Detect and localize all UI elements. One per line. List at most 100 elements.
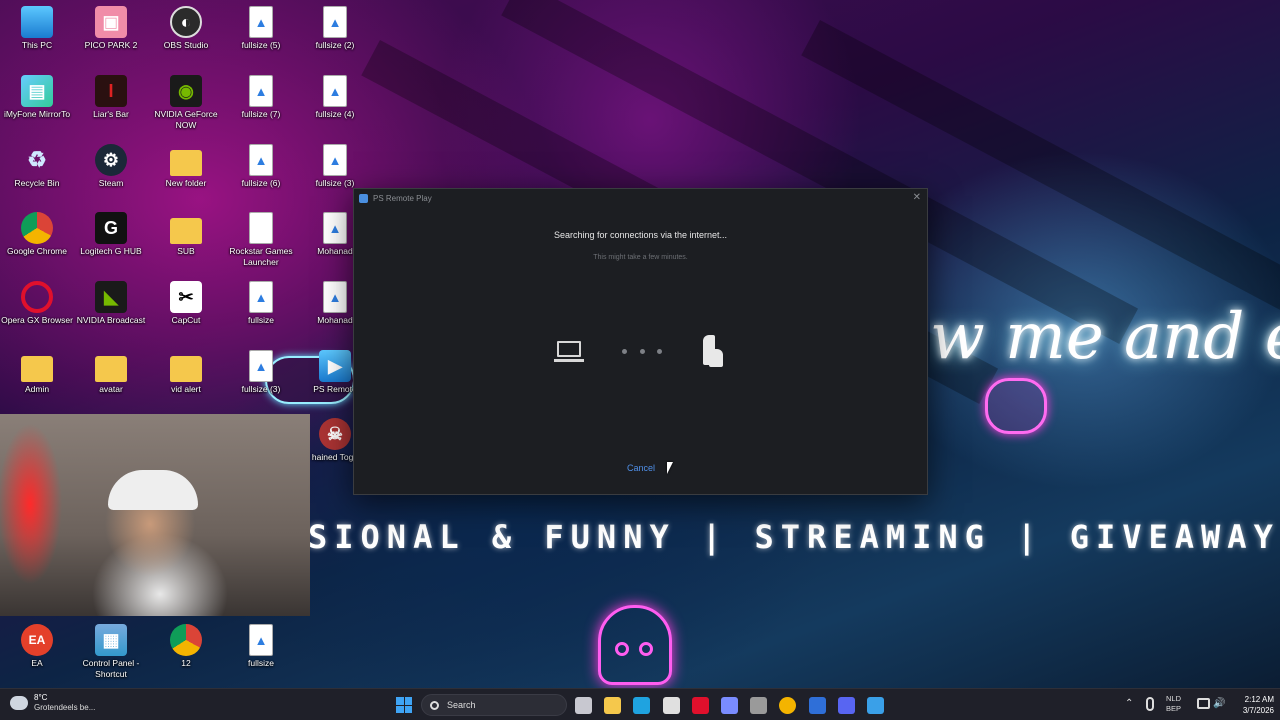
- capcut-icon: ✂: [170, 281, 202, 313]
- taskbar: 8°C Grotendeels be... Search ⌃ NLD BEP 🔊…: [0, 688, 1280, 720]
- microphone-icon[interactable]: [1146, 697, 1154, 711]
- weather-temperature: 8°C: [34, 693, 48, 702]
- folder-icon: [170, 218, 202, 244]
- desktop-icon-label: fullsize (4): [315, 109, 355, 119]
- desktop-icon[interactable]: ▤ iMyFone MirrorTo: [0, 75, 74, 120]
- tray-overflow-chevron-icon[interactable]: ⌃: [1125, 698, 1133, 709]
- ps-remote-play-icon: [359, 193, 368, 203]
- image-file-icon: ▲: [323, 281, 347, 313]
- desktop-icon-label: fullsize (7): [241, 109, 281, 119]
- obs-icon: ◐: [170, 6, 202, 38]
- language-indicator[interactable]: NLD BEP: [1166, 694, 1181, 714]
- desktop-icon[interactable]: Google Chrome: [0, 212, 74, 257]
- desktop-icon-label: Steam: [98, 178, 124, 188]
- desktop-icon-label: Liar's Bar: [93, 109, 129, 119]
- desktop-icon[interactable]: ▲ fullsize (5): [224, 6, 298, 51]
- file-explorer-icon[interactable]: [604, 697, 622, 714]
- desktop-icon[interactable]: ▲ fullsize (3): [224, 350, 298, 395]
- desktop-icon-label: OBS Studio: [163, 40, 209, 50]
- desktop-icon[interactable]: ▲ fullsize (7): [224, 75, 298, 120]
- store-icon[interactable]: [662, 697, 680, 714]
- chrome-icon[interactable]: [779, 697, 797, 714]
- desktop-icon[interactable]: ▲ fullsize: [224, 624, 298, 669]
- desktop-icon[interactable]: ◉ NVIDIA GeForce NOW: [149, 75, 223, 131]
- desktop-icon-label: fullsize: [248, 315, 274, 325]
- chrome-icon: [170, 624, 202, 656]
- ps5-console-icon: [699, 335, 727, 369]
- ps-remote-icon: ▶: [319, 350, 351, 382]
- desktop-icon[interactable]: ▲ fullsize (3): [298, 144, 372, 189]
- desktop-icon-label: This PC: [21, 40, 53, 50]
- image-file-icon: ▲: [323, 6, 347, 38]
- logitech-icon: G: [95, 212, 127, 244]
- close-icon[interactable]: ✕: [913, 192, 921, 203]
- dialog-titlebar[interactable]: PS Remote Play: [354, 189, 927, 207]
- discord-icon[interactable]: [837, 697, 855, 714]
- webcam-overlay: [0, 414, 310, 616]
- image-file-icon: ▲: [323, 75, 347, 107]
- search-placeholder: Search: [447, 700, 476, 710]
- desktop-icon[interactable]: avatar: [74, 350, 148, 395]
- app-icon[interactable]: [721, 697, 738, 714]
- desktop-icon-label: CapCut: [171, 315, 201, 325]
- desktop-icon[interactable]: New folder: [149, 144, 223, 189]
- keyboard-layout: BEP: [1166, 704, 1182, 713]
- desktop-icon[interactable]: ▣ PICO PARK 2: [74, 6, 148, 51]
- mail-icon[interactable]: [867, 697, 884, 714]
- weather-widget[interactable]: 8°C Grotendeels be...: [10, 693, 95, 713]
- pico-park-icon: ▣: [95, 6, 127, 38]
- image-file-icon: ▲: [323, 144, 347, 176]
- language-code: NLD: [1166, 694, 1182, 703]
- nvidia-broadcast-icon: ◣: [95, 281, 127, 313]
- desktop-icon[interactable]: I Liar's Bar: [74, 75, 148, 120]
- desktop-icon-label: fullsize (3): [241, 384, 281, 394]
- opera-gx-icon[interactable]: [691, 697, 709, 714]
- desktop-icon[interactable]: Rockstar Games Launcher: [224, 212, 298, 268]
- desktop-icon-label: Opera GX Browser: [1, 315, 73, 325]
- folder-icon: [21, 356, 53, 382]
- desktop-icon[interactable]: ▲ fullsize (2): [298, 6, 372, 51]
- desktop-icon-label: PICO PARK 2: [84, 40, 138, 50]
- desktop-icon-label: Logitech G HUB: [80, 246, 142, 256]
- weather-description: Grotendeels be...: [34, 703, 96, 712]
- desktop-icon-label: SUB: [177, 246, 195, 256]
- desktop-icon-label: iMyFone MirrorTo: [3, 109, 71, 119]
- desktop-icon-label: fullsize: [248, 658, 274, 668]
- desktop-icon[interactable]: 12: [149, 624, 223, 669]
- ps-remote-play-icon[interactable]: [808, 697, 826, 714]
- desktop-icon[interactable]: Admin: [0, 350, 74, 395]
- volume-icon[interactable]: 🔊: [1213, 698, 1225, 709]
- desktop-icon[interactable]: Opera GX Browser: [0, 281, 74, 326]
- task-view-icon[interactable]: [575, 697, 592, 714]
- desktop-icon[interactable]: ◐ OBS Studio: [149, 6, 223, 51]
- desktop-icon[interactable]: ▲ fullsize (4): [298, 75, 372, 120]
- start-button[interactable]: [396, 697, 412, 713]
- desktop-icon[interactable]: ▲ fullsize (6): [224, 144, 298, 189]
- desktop-icon[interactable]: vid alert: [149, 350, 223, 395]
- search-status-heading: Searching for connections via the intern…: [553, 230, 728, 240]
- desktop-icon[interactable]: ✂ CapCut: [149, 281, 223, 326]
- obs-icon[interactable]: [750, 697, 768, 714]
- chained-together-icon: ☠: [319, 418, 351, 450]
- system-clock[interactable]: 2:12 AM 3/7/2026: [1232, 694, 1274, 716]
- desktop-icon-label: Google Chrome: [6, 246, 67, 256]
- network-icon[interactable]: [1197, 698, 1210, 709]
- desktop-icon[interactable]: G Logitech G HUB: [74, 212, 148, 257]
- desktop-icon-label: EA: [31, 658, 43, 668]
- desktop-icon[interactable]: This PC: [0, 6, 74, 51]
- ea-icon: EA: [21, 624, 53, 656]
- folder-icon: [170, 150, 202, 176]
- steam-icon: ⚙: [95, 144, 127, 176]
- edge-icon[interactable]: [633, 697, 651, 714]
- taskbar-search-box[interactable]: Search: [421, 694, 567, 716]
- desktop-icon[interactable]: SUB: [149, 212, 223, 257]
- desktop-icon-label: NVIDIA Broadcast: [76, 315, 146, 325]
- desktop-icon[interactable]: ▲ fullsize: [224, 281, 298, 326]
- desktop-icon[interactable]: EA EA: [0, 624, 74, 669]
- desktop-icon[interactable]: ⚙ Steam: [74, 144, 148, 189]
- desktop-icon[interactable]: ♻ Recycle Bin: [0, 144, 74, 189]
- cancel-button[interactable]: Cancel: [616, 463, 666, 473]
- desktop-icon[interactable]: ◣ NVIDIA Broadcast: [74, 281, 148, 326]
- desktop-icon[interactable]: ▦ Control Panel - Shortcut: [74, 624, 148, 680]
- ps-remote-play-dialog: PS Remote Play ✕ Searching for connectio…: [353, 188, 928, 495]
